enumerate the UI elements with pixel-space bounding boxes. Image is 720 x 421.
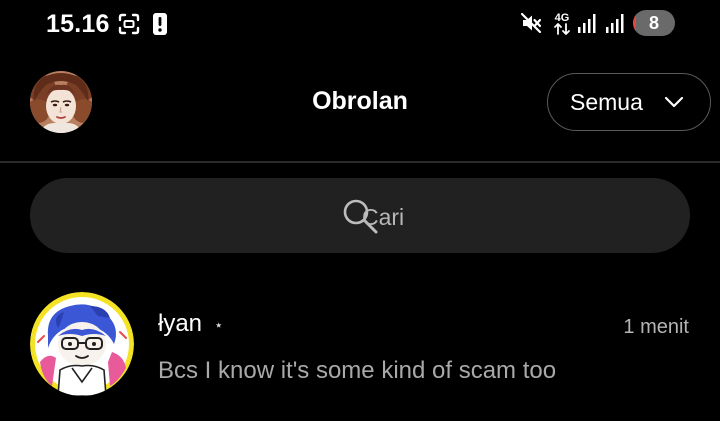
filter-dropdown-button[interactable]: Semua [547,73,711,131]
screenshot-icon [118,13,140,35]
header-divider [0,161,720,163]
page-title: Obrolan [312,87,408,115]
signal-icon [578,14,596,33]
profile-avatar-image [30,71,92,133]
conversation-item[interactable]: łyan ⋆ 1 menit Bcs I know it's some kind… [0,275,720,421]
network-4g-icon: 4G [554,12,570,35]
contact-name: łyan [158,310,203,337]
search-input[interactable] [360,198,564,236]
chevron-down-icon [664,96,684,108]
svg-text:4G: 4G [555,12,570,24]
message-timestamp: 1 menit [623,316,689,338]
signal-icon [606,14,624,33]
status-bar: 15.16 4G 8 [0,0,720,48]
profile-avatar[interactable] [30,71,92,133]
star-badge-icon: ⋆ [214,317,224,334]
app-header: Obrolan Semua [0,48,720,161]
alert-icon [153,13,167,35]
search-bar[interactable] [30,178,690,253]
status-time: 15.16 [46,10,110,38]
battery-level: 8 [648,13,659,33]
filter-dropdown-label: Semua [570,88,643,115]
message-preview: Bcs I know it's some kind of scam too [158,357,557,384]
contact-avatar-image [30,292,134,396]
contact-avatar [30,292,134,396]
battery-icon: 8 [633,10,675,36]
mute-icon [520,12,542,34]
